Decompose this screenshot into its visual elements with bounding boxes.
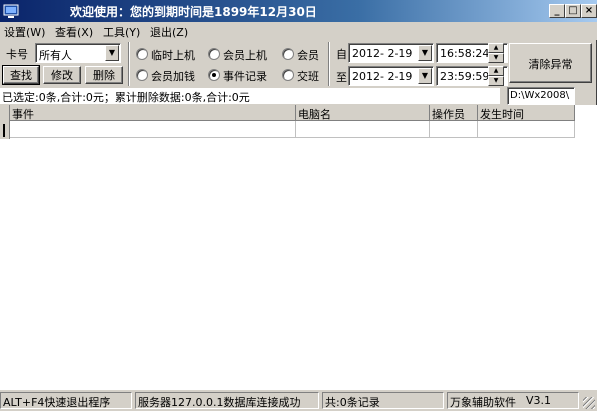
status-count: 共:0条记录 <box>322 392 444 409</box>
from-label: 自 <box>336 48 347 61</box>
to-time-spinner[interactable]: ▲ ▼ <box>488 66 504 86</box>
records-grid[interactable]: 事件 电脑名 操作员 发生时间 <box>0 105 597 390</box>
radio-label: 会员上机 <box>223 49 267 62</box>
app-icon <box>3 4 19 18</box>
title-bar[interactable]: 欢迎使用：您的到期时间是1899年12月30日 _ □ × <box>0 0 597 22</box>
spin-down-icon[interactable]: ▼ <box>488 53 504 63</box>
delete-button[interactable]: 删除 <box>85 66 123 84</box>
card-select-value: 所有人 <box>39 49 72 62</box>
search-button-label: 查找 <box>10 69 32 82</box>
status-server-text: 服务器127.0.0.1数据库连接成功 <box>138 396 301 409</box>
modify-button-label: 修改 <box>51 69 73 82</box>
radio-label: 交班 <box>297 70 319 83</box>
radio-label: 事件记录 <box>223 70 267 83</box>
column-header-label: 电脑名 <box>298 108 331 121</box>
column-header-label: 事件 <box>12 108 34 121</box>
column-header-operator[interactable]: 操作员 <box>430 105 478 121</box>
radio-dot <box>282 69 294 81</box>
table-cell[interactable] <box>478 121 575 138</box>
status-version-text: V3.1 <box>526 394 552 407</box>
status-bar: ALT+F4快速退出程序 服务器127.0.0.1数据库连接成功 共:0条记录 … <box>0 390 597 411</box>
from-date-value: 2012- 2-19 <box>352 47 413 60</box>
column-header-label: 操作员 <box>432 108 465 121</box>
status-hint: ALT+F4快速退出程序 <box>0 392 132 409</box>
spin-up-icon[interactable]: ▲ <box>488 66 504 76</box>
chevron-down-icon[interactable]: ▼ <box>105 45 119 61</box>
window-title: 欢迎使用：您的到期时间是1899年12月30日 <box>70 5 317 19</box>
from-time-spinner[interactable]: ▲ ▼ <box>488 43 504 63</box>
menu-settings[interactable]: 设置(W) <box>4 24 45 40</box>
to-date-value: 2012- 2-19 <box>352 70 413 83</box>
column-header-computer[interactable]: 电脑名 <box>296 105 430 121</box>
path-field[interactable]: D:\Wx2008\ <box>507 87 575 105</box>
minimize-button[interactable]: _ <box>549 4 565 18</box>
app-window: 欢迎使用：您的到期时间是1899年12月30日 _ □ × 设置(W) 查看(X… <box>0 0 597 411</box>
radio-dot <box>282 48 294 60</box>
radio-dot <box>208 48 220 60</box>
status-count-text: 共:0条记录 <box>325 396 380 409</box>
column-header-time[interactable]: 发生时间 <box>478 105 575 121</box>
separator <box>328 42 330 86</box>
to-time-value: 23:59:59 <box>440 70 490 83</box>
column-header-label: 发生时间 <box>480 108 524 121</box>
menu-exit[interactable]: 退出(Z) <box>150 24 188 40</box>
card-label: 卡号 <box>6 48 28 61</box>
row-indicator <box>0 105 10 139</box>
resize-grip-icon[interactable] <box>583 397 595 409</box>
delete-button-label: 删除 <box>93 69 115 82</box>
from-time-value: 16:58:24 <box>440 47 490 60</box>
maximize-button[interactable]: □ <box>565 4 581 18</box>
clear-anomaly-label: 清除异常 <box>528 58 573 71</box>
card-select[interactable]: 所有人 ▼ <box>35 43 121 63</box>
to-label: 至 <box>336 71 347 84</box>
chevron-down-icon[interactable]: ▼ <box>418 45 432 61</box>
clear-anomaly-button[interactable]: 清除异常 <box>509 43 592 83</box>
column-header-event[interactable]: 事件 <box>10 105 296 121</box>
menu-tools[interactable]: 工具(Y) <box>103 24 140 40</box>
menu-bar: 设置(W) 查看(X) 工具(Y) 退出(Z) <box>0 22 597 40</box>
status-product-text: 万象辅助软件 <box>450 396 516 409</box>
selection-summary: 已选定:0条,合计:0元；累计删除数据:0条,合计:0元 <box>0 88 500 104</box>
modify-button[interactable]: 修改 <box>43 66 81 84</box>
to-date-picker[interactable]: 2012- 2-19 ▼ <box>348 66 434 86</box>
radio-dot <box>208 69 220 81</box>
spin-up-icon[interactable]: ▲ <box>488 43 504 53</box>
radio-label: 会员加钱 <box>151 70 195 83</box>
chevron-down-icon[interactable]: ▼ <box>418 68 432 84</box>
from-date-picker[interactable]: 2012- 2-19 ▼ <box>348 43 434 63</box>
table-cell[interactable] <box>10 121 296 138</box>
radio-label: 临时上机 <box>151 49 195 62</box>
selection-summary-text: 已选定:0条,合计:0元；累计删除数据:0条,合计:0元 <box>2 91 250 104</box>
radio-label: 会员 <box>297 49 319 62</box>
table-cell[interactable] <box>296 121 430 138</box>
close-button[interactable]: × <box>581 4 597 18</box>
radio-dot <box>136 48 148 60</box>
spin-down-icon[interactable]: ▼ <box>488 76 504 86</box>
separator <box>128 42 130 86</box>
status-server: 服务器127.0.0.1数据库连接成功 <box>135 392 319 409</box>
search-button[interactable]: 查找 <box>2 65 40 85</box>
status-hint-text: ALT+F4快速退出程序 <box>3 396 111 409</box>
path-value: D:\Wx2008\ <box>510 90 570 101</box>
table-cell[interactable] <box>430 121 478 138</box>
row-cursor-icon <box>3 124 5 137</box>
radio-dot <box>136 69 148 81</box>
status-product: 万象辅助软件 V3.1 <box>447 392 579 409</box>
menu-view[interactable]: 查看(X) <box>55 24 93 40</box>
